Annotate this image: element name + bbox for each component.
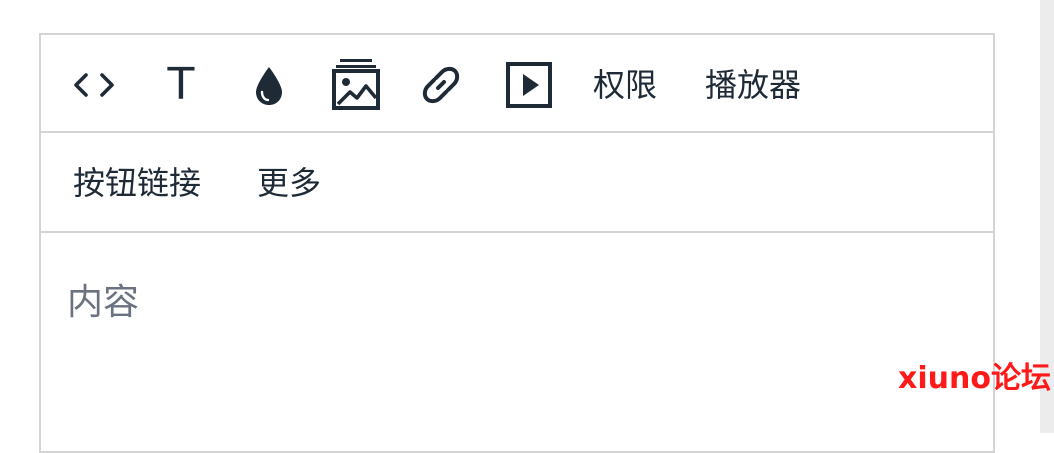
code-icon (74, 73, 114, 97)
permission-button[interactable]: 权限 (593, 69, 657, 101)
more-button[interactable]: 更多 (257, 167, 321, 199)
image-icon (332, 59, 380, 110)
content-placeholder: 内容 (67, 282, 140, 323)
insert-video-button[interactable] (505, 61, 553, 109)
text-icon: T (167, 59, 195, 110)
code-button[interactable] (71, 65, 117, 105)
text-style-button[interactable]: T (163, 63, 199, 107)
toolbar-row-1: T 权限 播放器 (41, 35, 993, 133)
insert-image-button[interactable] (331, 57, 381, 111)
toolbar-row-2: 按钮链接 更多 (41, 133, 993, 233)
button-link-button[interactable]: 按钮链接 (73, 167, 201, 199)
text-color-button[interactable] (249, 63, 289, 109)
link-icon (422, 66, 460, 104)
rich-text-editor: T 权限 播放器 按钮链接 更多 内容 (39, 33, 995, 453)
content-textarea[interactable]: 内容 (41, 233, 993, 453)
insert-link-button[interactable] (417, 61, 465, 109)
play-icon (506, 62, 552, 108)
watermark-text: xiuno论坛 (898, 361, 1051, 396)
droplet-icon (256, 67, 282, 105)
player-button[interactable]: 播放器 (705, 69, 801, 101)
